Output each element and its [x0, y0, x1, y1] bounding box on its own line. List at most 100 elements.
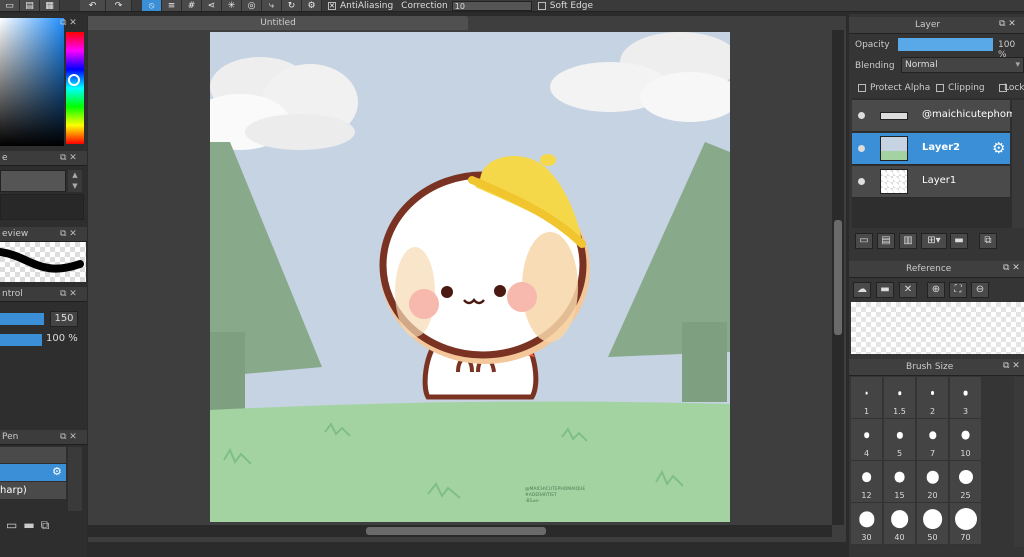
redo-icon[interactable]: ↷: [106, 0, 132, 11]
brush-size-value[interactable]: 150: [50, 311, 78, 327]
close-icon[interactable]: ✕: [899, 282, 917, 298]
popout-icon[interactable]: ⧉ ✕: [60, 227, 77, 242]
brush-size-dot: [890, 510, 909, 529]
vertical-scroll-thumb[interactable]: [834, 220, 842, 335]
canvas-vertical-scrollbar[interactable]: [832, 30, 844, 525]
snap-parallel-icon[interactable]: ≡: [162, 0, 182, 11]
snap-circle-icon[interactable]: ◎: [242, 0, 262, 11]
popout-icon[interactable]: ⧉ ✕: [60, 18, 77, 28]
popout-icon[interactable]: ⧉ ✕: [999, 19, 1016, 29]
layer-row-watermark[interactable]: @maichicutephom: [852, 100, 1016, 132]
visibility-eye-icon[interactable]: [858, 145, 865, 152]
brush-size-cell[interactable]: 50: [917, 503, 949, 545]
layer-thumbnail: [880, 112, 908, 120]
new-layer-1bit-icon[interactable]: ▥: [899, 233, 917, 249]
reference-preview[interactable]: [851, 302, 1024, 354]
brush-size-cell[interactable]: 30: [851, 503, 883, 545]
zoom-in-icon[interactable]: ⊕: [927, 282, 945, 298]
color-picker-square[interactable]: [0, 18, 64, 146]
snap-off-icon[interactable]: ⦸: [142, 0, 162, 11]
duplicate-icon[interactable]: ⧉: [41, 518, 56, 532]
antialiasing-checkbox[interactable]: ✕: [328, 1, 336, 10]
hue-slider-handle[interactable]: [68, 74, 80, 86]
artwork-canvas[interactable]: @MAICHICUTEPHOMAIQUE #ADERARTIST -B1ue-: [210, 32, 730, 522]
protect-alpha-checkbox[interactable]: [858, 84, 866, 92]
correction-select[interactable]: 10: [451, 0, 532, 11]
snap-curve-icon[interactable]: ⤷: [262, 0, 282, 11]
layer-list-scrollbar[interactable]: [1012, 100, 1024, 228]
brush-size-dot: [922, 509, 943, 530]
grid-view-icon[interactable]: ▦: [40, 0, 60, 11]
brush-size-slider[interactable]: [0, 313, 44, 325]
protect-alpha-label: Protect Alpha: [870, 83, 931, 93]
snap-grid-icon[interactable]: #: [182, 0, 202, 11]
blending-select[interactable]: Normal ▾: [901, 57, 1024, 73]
canvas-horizontal-scrollbar[interactable]: [88, 525, 832, 537]
soft-edge-checkbox[interactable]: [537, 1, 546, 10]
hue-slider[interactable]: [66, 32, 84, 144]
folder-open-icon[interactable]: ▬: [876, 282, 894, 298]
gear-icon[interactable]: ⚙: [52, 465, 62, 478]
brush-list-item-selected[interactable]: ⚙: [0, 464, 66, 481]
snap-settings-icon[interactable]: ⚙: [302, 0, 322, 11]
brush-size-cell[interactable]: 10: [950, 419, 982, 461]
popout-icon[interactable]: ⧉ ✕: [1003, 263, 1020, 273]
brush-list-item[interactable]: harp): [0, 482, 66, 499]
visibility-eye-icon[interactable]: [858, 112, 865, 119]
file-icon[interactable]: ▭: [6, 518, 23, 532]
new-layer-icon[interactable]: ▭: [855, 233, 873, 249]
popout-icon[interactable]: ⧉ ✕: [60, 430, 77, 445]
layer-row-layer2[interactable]: Layer2 ⚙: [852, 133, 1010, 165]
brush-size-cell[interactable]: 4: [851, 419, 883, 461]
brush-size-cell[interactable]: 40: [884, 503, 916, 545]
snap-perspective-icon[interactable]: ⋖: [202, 0, 222, 11]
layer-row-layer1[interactable]: Layer1: [852, 166, 1010, 198]
horizontal-scroll-thumb[interactable]: [366, 527, 546, 535]
duplicate-layer-icon[interactable]: ⧉: [979, 233, 997, 249]
brush-size-scrollbar[interactable]: [1014, 377, 1024, 547]
new-layer-8bit-icon[interactable]: ▤: [877, 233, 895, 249]
popout-icon[interactable]: ⧉ ✕: [1003, 361, 1020, 371]
panel2-spinner[interactable]: ▲ ▼: [68, 170, 82, 192]
brush-size-dot: [894, 471, 905, 483]
gear-icon[interactable]: ⚙: [992, 139, 1005, 157]
panel2-field[interactable]: [0, 170, 66, 192]
popout-icon[interactable]: ⧉ ✕: [60, 151, 77, 166]
zoom-out-icon[interactable]: ⊖: [971, 282, 989, 298]
brush-size-cell[interactable]: 7: [917, 419, 949, 461]
brush-size-cell[interactable]: 20: [917, 461, 949, 503]
opacity-slider[interactable]: [898, 38, 993, 51]
fit-screen-icon[interactable]: ⛶: [949, 282, 967, 298]
brush-opacity-slider[interactable]: [0, 334, 42, 346]
undo-icon[interactable]: ↶: [80, 0, 106, 11]
document-tab[interactable]: Untitled: [88, 16, 468, 30]
brush-size-dot: [963, 390, 968, 396]
brush-list-scrollbar[interactable]: [68, 447, 82, 511]
cloud-upload-icon[interactable]: ☁: [853, 282, 871, 298]
snap-radial-icon[interactable]: ✳: [222, 0, 242, 11]
brush-size-label: 12: [861, 491, 872, 500]
brush-size-cell[interactable]: 2: [917, 377, 949, 419]
opacity-label: Opacity: [855, 40, 890, 50]
new-icon[interactable]: ▭: [0, 0, 20, 11]
brush-size-cell[interactable]: 25: [950, 461, 982, 503]
folder-icon[interactable]: ▬: [950, 233, 968, 249]
watermark-line3: -B1ue-: [525, 498, 540, 504]
brush-size-cell[interactable]: 15: [884, 461, 916, 503]
brush-size-cell[interactable]: 1.5: [884, 377, 916, 419]
brush-size-panel-title: Brush Size: [906, 362, 954, 372]
clipping-checkbox[interactable]: [936, 84, 944, 92]
popout-icon[interactable]: ⧉ ✕: [60, 287, 77, 302]
top-toolbar: ▭ ▤ ▦ ↶ ↷ ⦸ ≡ # ⋖ ✳ ◎ ⤷ ↻ ⚙ ✕ AntiAliasi…: [0, 0, 1024, 12]
brush-size-cell[interactable]: 1: [851, 377, 883, 419]
brush-size-cell[interactable]: 12: [851, 461, 883, 503]
folder-icon[interactable]: ▬: [23, 518, 40, 532]
brush-size-cell[interactable]: 5: [884, 419, 916, 461]
visibility-eye-icon[interactable]: [858, 178, 865, 185]
snap-rotate-icon[interactable]: ↻: [282, 0, 302, 11]
brush-size-cell[interactable]: 3: [950, 377, 982, 419]
brush-list-item[interactable]: [0, 447, 66, 463]
open-icon[interactable]: ▤: [20, 0, 40, 11]
brush-size-cell[interactable]: 70: [950, 503, 982, 545]
add-layer-menu-icon[interactable]: ⊞▾: [921, 233, 947, 249]
